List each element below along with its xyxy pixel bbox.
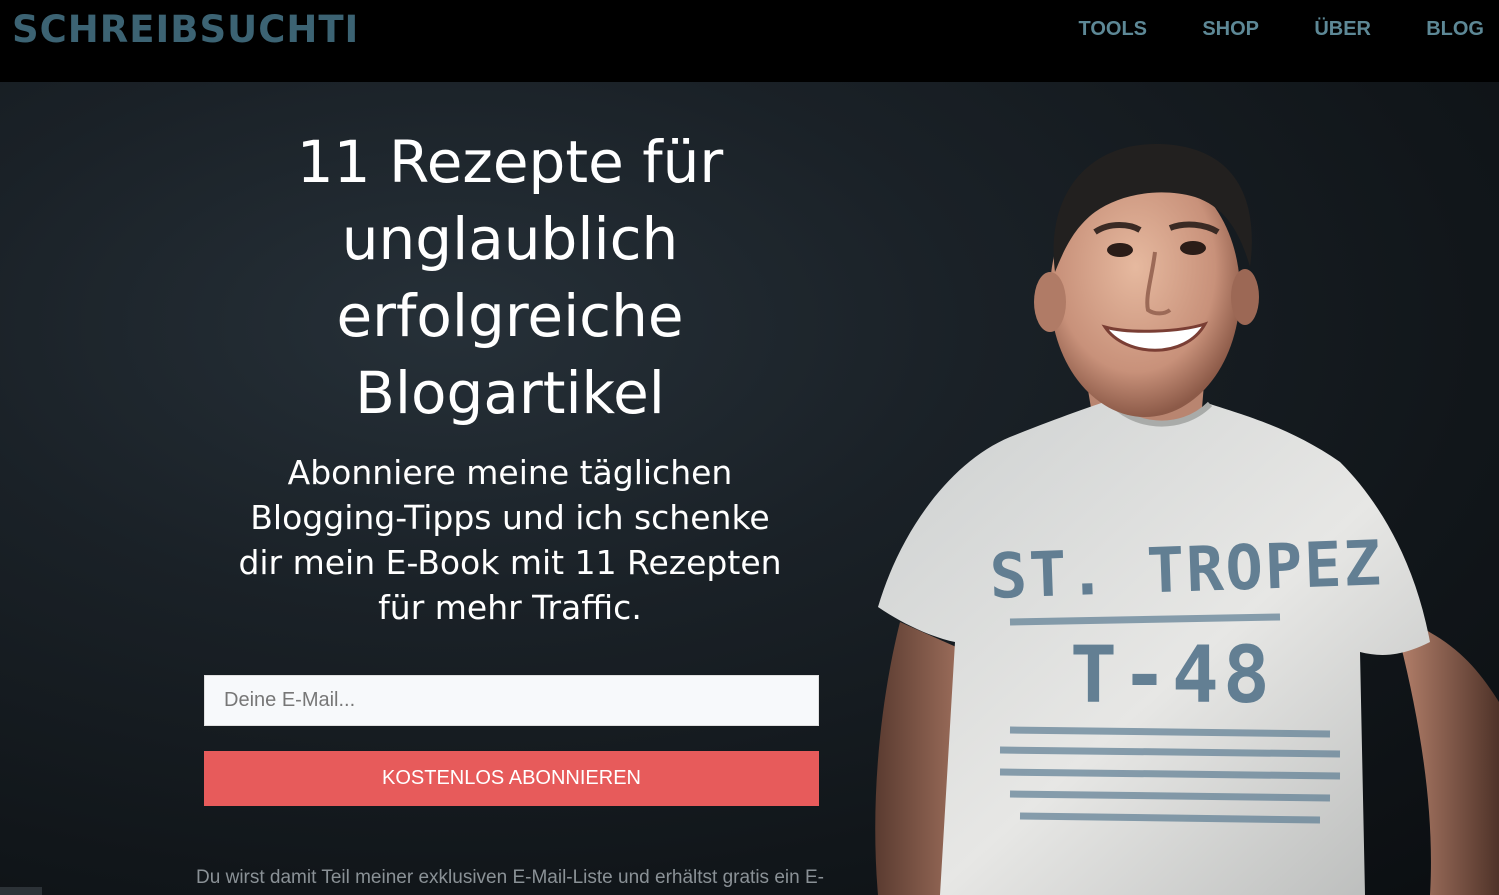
subline-line: Blogging-Tipps und ich schenke — [250, 498, 770, 537]
disclaimer-line: Du wirst damit Teil meiner exklusiven E-… — [196, 867, 824, 888]
author-photo: ST. TROPEZ T-48 — [875, 143, 1499, 895]
hero-subline: Abonniere meine täglichen Blogging-Tipps… — [180, 450, 840, 630]
right-eye-shape — [1180, 241, 1206, 255]
nav-item-tools[interactable]: TOOLS — [1078, 18, 1147, 41]
subline-line: dir mein E-Book mit 11 Rezepten — [238, 543, 782, 582]
headline-line: Blogartikel — [355, 359, 665, 427]
shirt-print-top: ST. TROPEZ — [988, 526, 1384, 613]
shirt-print-bottom: T-48 — [1070, 631, 1274, 721]
disclaimer-text: Du wirst damit Teil meiner exklusiven E-… — [170, 866, 850, 890]
nav-item-ueber[interactable]: ÜBER — [1314, 18, 1371, 41]
subscribe-button[interactable]: KOSTENLOS ABONNIEREN — [204, 751, 819, 806]
headline-line: erfolgreiche — [336, 282, 684, 350]
right-ear-shape — [1231, 269, 1259, 325]
left-ear-shape — [1034, 272, 1066, 332]
subline-line: Abonniere meine täglichen — [287, 453, 733, 492]
nav-item-blog[interactable]: BLOG — [1426, 18, 1484, 41]
headline-line: 11 Rezepte für — [296, 128, 724, 196]
subline-line: für mehr Traffic. — [378, 588, 642, 627]
site-logo[interactable]: SCHREIBSUCHTI — [12, 8, 359, 51]
site-header: SCHREIBSUCHTI TOOLS SHOP ÜBER BLOG — [0, 0, 1499, 82]
left-eye-shape — [1107, 243, 1133, 257]
scrollbar-thumb[interactable] — [0, 887, 42, 895]
hero-section: 11 Rezepte für unglaublich erfolgreiche … — [0, 82, 1499, 895]
headline-line: unglaublich — [341, 205, 679, 273]
email-input[interactable] — [204, 675, 819, 726]
right-arm-shape — [1400, 627, 1499, 895]
hero-headline: 11 Rezepte für unglaublich erfolgreiche … — [180, 124, 840, 432]
nav-item-shop[interactable]: SHOP — [1202, 18, 1259, 41]
